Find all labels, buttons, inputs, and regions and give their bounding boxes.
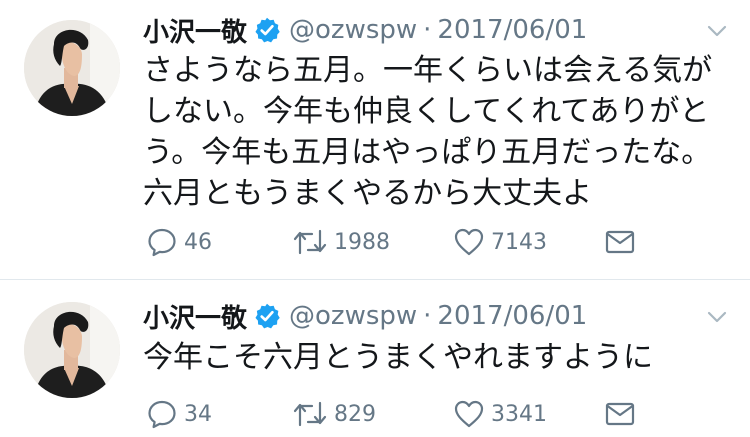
separator-dot: · (423, 301, 432, 331)
tweet-header: 小沢一敬 @ozwspw · 2017/06/01 (143, 296, 730, 336)
username-handle[interactable]: @ozwspw (289, 15, 417, 45)
tweet-text-line: 六月ともうまくやるから大丈夫よ (143, 176, 593, 211)
direct-message-button[interactable] (604, 224, 636, 260)
reply-count: 34 (184, 401, 212, 427)
avatar-image (24, 20, 120, 116)
chevron-down-icon[interactable] (704, 304, 730, 330)
reply-icon (148, 400, 176, 429)
tweet-actions: 34 829 3341 (146, 396, 646, 432)
tweet[interactable]: 小沢一敬 @ozwspw · 2017/06/01 今年こそ六月とうまくやれます… (0, 280, 750, 437)
display-name[interactable]: 小沢一敬 (143, 12, 247, 49)
chevron-down-icon[interactable] (704, 18, 730, 44)
timestamp[interactable]: 2017/06/01 (437, 15, 587, 45)
retweet-button[interactable]: 829 (292, 396, 376, 432)
verified-badge-icon (253, 302, 281, 330)
retweet-button[interactable]: 1988 (292, 224, 390, 260)
reply-count: 46 (184, 229, 212, 255)
envelope-icon (605, 402, 635, 426)
avatar[interactable] (24, 20, 120, 116)
tweet-text-line: う。今年も五月はやっぱり五月だったな。 (143, 135, 712, 170)
envelope-icon (605, 230, 635, 254)
reply-button[interactable]: 46 (146, 224, 212, 260)
tweet-actions: 46 1988 7143 (146, 224, 646, 260)
reply-icon (148, 228, 176, 257)
like-button[interactable]: 7143 (453, 224, 547, 260)
verified-badge-icon (253, 16, 281, 44)
reply-button[interactable]: 34 (146, 396, 212, 432)
heart-icon (454, 400, 484, 428)
like-count: 3341 (491, 401, 547, 427)
like-count: 7143 (491, 229, 547, 255)
avatar[interactable] (24, 302, 120, 398)
tweet-text-line: しない。今年も仲良くしてくれてありがと (143, 94, 710, 129)
retweet-count: 829 (334, 401, 376, 427)
tweet-text-line: さようなら五月。一年くらいは会える気が (143, 53, 713, 88)
like-button[interactable]: 3341 (453, 396, 547, 432)
tweet-text: 今年こそ六月とうまくやれますように (143, 337, 733, 378)
retweet-icon (293, 401, 327, 427)
retweet-icon (293, 229, 327, 255)
tweet-text-line: 今年こそ六月とうまくやれますように (143, 340, 653, 375)
username-handle[interactable]: @ozwspw (289, 301, 417, 331)
display-name[interactable]: 小沢一敬 (143, 298, 247, 335)
separator-dot: · (423, 15, 432, 45)
timestamp[interactable]: 2017/06/01 (437, 301, 587, 331)
avatar-image (24, 302, 120, 398)
heart-icon (454, 228, 484, 256)
tweet[interactable]: 小沢一敬 @ozwspw · 2017/06/01 さようなら五月。一年くらいは… (0, 0, 750, 279)
direct-message-button[interactable] (604, 396, 636, 432)
tweet-text: さようなら五月。一年くらいは会える気が しない。今年も仲良くしてくれてありがと う。… (143, 50, 733, 214)
tweet-header: 小沢一敬 @ozwspw · 2017/06/01 (143, 10, 730, 50)
retweet-count: 1988 (334, 229, 390, 255)
